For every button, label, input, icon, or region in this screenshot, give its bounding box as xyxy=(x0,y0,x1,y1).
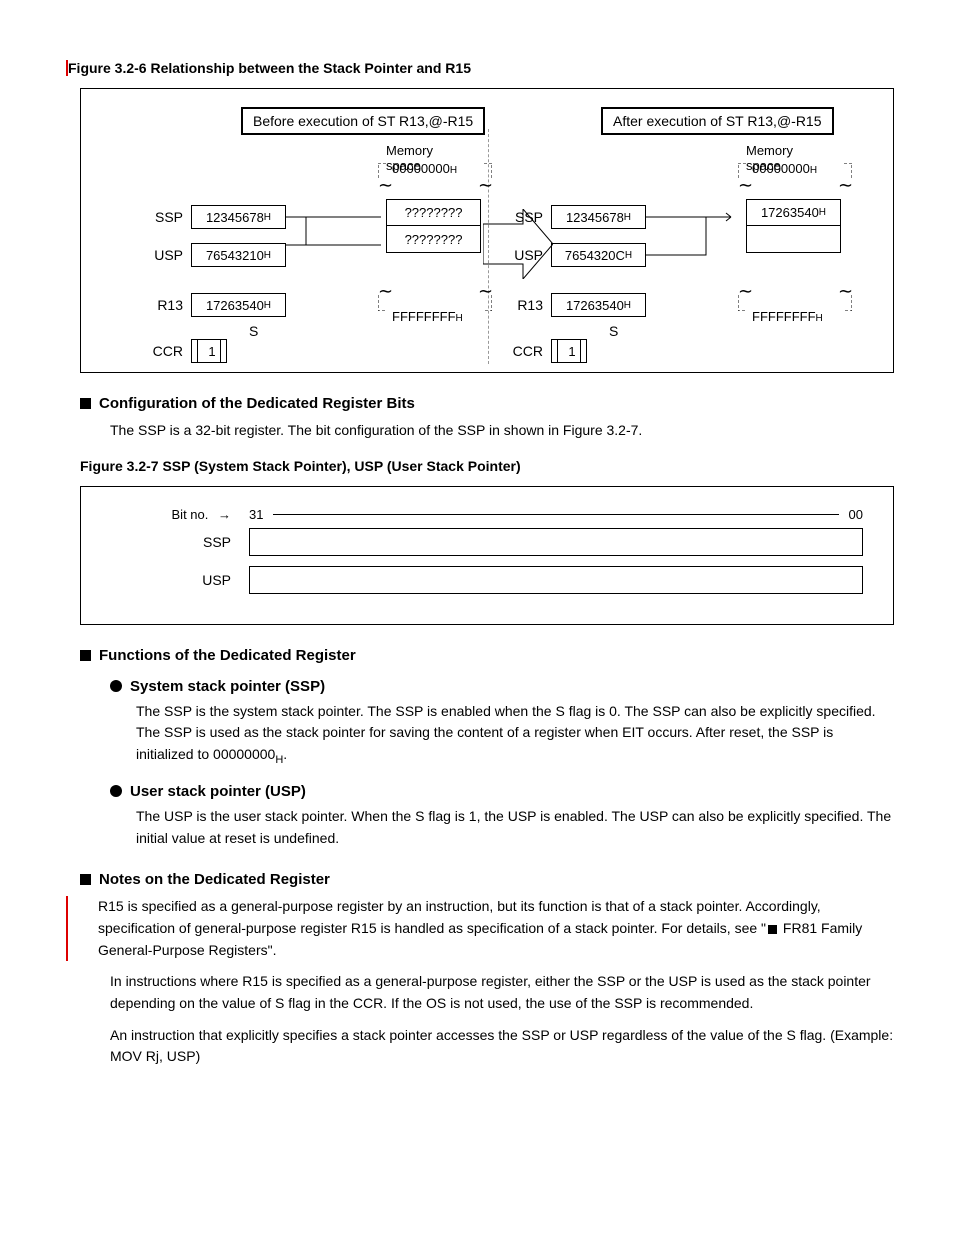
before-title-box: Before execution of ST R13,@-R15 xyxy=(241,107,485,135)
figure-3-2-7: Bit no. → 31 00 SSP USP xyxy=(80,486,894,625)
conn-before xyxy=(286,215,386,265)
circle-bullet-icon xyxy=(110,680,122,692)
ssp-bullet-title: System stack pointer (SSP) xyxy=(110,678,894,695)
usp-box-before: 76543210H xyxy=(191,243,286,267)
r13-box-before: 17263540H xyxy=(191,293,286,317)
circle-bullet-icon xyxy=(110,785,122,797)
ccr-label: CCR xyxy=(141,343,183,359)
conn-after xyxy=(646,205,766,265)
usp-bullet-title: User stack pointer (USP) xyxy=(110,783,894,800)
mem-cell-2-before: ???????? xyxy=(387,226,480,252)
mem-cell-1-before: ???????? xyxy=(387,200,480,226)
mem-box-before: ???????? ???????? xyxy=(386,199,481,253)
notes-body-2: In instructions where R15 is specified a… xyxy=(110,971,894,1014)
square-bullet-icon xyxy=(80,650,91,661)
notes-body-3: An instruction that explicitly specifies… xyxy=(110,1025,894,1068)
ssp-bitfield xyxy=(249,528,863,556)
usp-body: The USP is the user stack pointer. When … xyxy=(136,806,894,849)
section-config-title: Configuration of the Dedicated Register … xyxy=(80,395,894,412)
square-bullet-icon xyxy=(80,398,91,409)
ssp-box-after: 12345678H xyxy=(551,205,646,229)
figure-3-2-6-caption: Figure 3.2-6 Relationship between the St… xyxy=(68,60,894,76)
ssp-body: The SSP is the system stack pointer. The… xyxy=(136,701,894,769)
section-func-title: Functions of the Dedicated Register xyxy=(80,647,894,664)
ccr-box-after: 1 xyxy=(557,339,587,363)
usp-box-after: 7654320CH xyxy=(551,243,646,267)
figure-3-2-6: Before execution of ST R13,@-R15 SSP 123… xyxy=(80,88,894,373)
section-notes-title: Notes on the Dedicated Register xyxy=(80,871,894,888)
ssp-box-before: 12345678H xyxy=(191,205,286,229)
before-title: Before execution of ST R13,@-R15 xyxy=(253,113,473,129)
ssp-label: SSP xyxy=(141,209,183,225)
r13-label: R13 xyxy=(141,297,183,313)
ccr-box-before: 1 xyxy=(197,339,227,363)
after-title: After execution of ST R13,@-R15 xyxy=(613,113,822,129)
usp-label: USP xyxy=(141,247,183,263)
r13-box-after: 17263540H xyxy=(551,293,646,317)
square-bullet-icon xyxy=(80,874,91,885)
figure-3-2-7-caption: Figure 3.2-7 SSP (System Stack Pointer),… xyxy=(80,458,894,474)
section-config-body: The SSP is a 32-bit register. The bit co… xyxy=(110,420,894,442)
s-label: S xyxy=(249,323,258,339)
usp-bitfield xyxy=(249,566,863,594)
notes-body: R15 is specified as a general-purpose re… xyxy=(98,896,894,961)
after-title-box: After execution of ST R13,@-R15 xyxy=(601,107,834,135)
